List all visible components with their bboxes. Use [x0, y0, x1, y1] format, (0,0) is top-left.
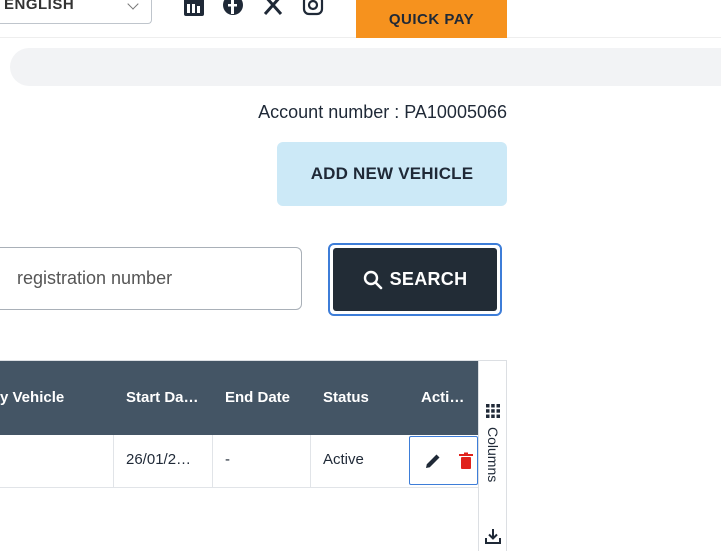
header-vehicle[interactable]: y Vehicle	[0, 361, 110, 435]
instagram-icon[interactable]	[302, 0, 324, 16]
header-end-date[interactable]: End Date	[225, 361, 305, 435]
edit-icon[interactable]	[423, 451, 443, 471]
header-start-date[interactable]: Start Da…	[126, 361, 210, 435]
cell-divider	[310, 435, 311, 488]
download-icon[interactable]	[484, 527, 502, 545]
x-icon[interactable]	[262, 0, 284, 16]
search-icon	[363, 270, 382, 289]
cell-start-date: 26/01/2…	[126, 451, 192, 468]
search-button[interactable]: SEARCH	[328, 243, 502, 316]
cell-divider	[113, 435, 114, 488]
columns-grid-icon[interactable]	[486, 404, 500, 418]
header-status[interactable]: Status	[323, 361, 393, 435]
quick-pay-button[interactable]: QUICK PAY	[356, 0, 507, 38]
cell-actions	[409, 436, 478, 485]
breadcrumb-band	[10, 48, 721, 86]
search-button-label: SEARCH	[389, 269, 468, 289]
language-select-value: ENGLISH	[4, 0, 75, 13]
vehicles-grid: y Vehicle Start Da… End Date Status Acti…	[0, 360, 507, 551]
add-new-vehicle-button[interactable]: ADD NEW VEHICLE	[277, 142, 507, 206]
facebook-icon[interactable]	[222, 0, 244, 16]
linkedin-icon[interactable]	[183, 0, 205, 16]
registration-search-input[interactable]	[0, 247, 302, 310]
delete-icon[interactable]	[456, 451, 476, 471]
columns-panel-label[interactable]: Columns	[485, 427, 501, 482]
cell-end-date: -	[225, 451, 230, 468]
language-select[interactable]: ENGLISH	[0, 0, 152, 24]
cell-divider	[212, 435, 213, 488]
cell-status: Active	[323, 451, 364, 468]
header-actions[interactable]: Acti…	[421, 361, 471, 435]
grid-side-panel: Columns	[478, 361, 506, 551]
grid-header-row: y Vehicle Start Da… End Date Status Acti…	[0, 361, 478, 435]
account-number: Account number : PA10005066	[258, 102, 507, 122]
search-button-inner: SEARCH	[333, 248, 497, 311]
table-row[interactable]: 26/01/2… - Active	[0, 435, 478, 488]
chevron-down-icon	[127, 0, 139, 10]
top-header: ENGLISH QUICK PAY	[0, 0, 721, 38]
